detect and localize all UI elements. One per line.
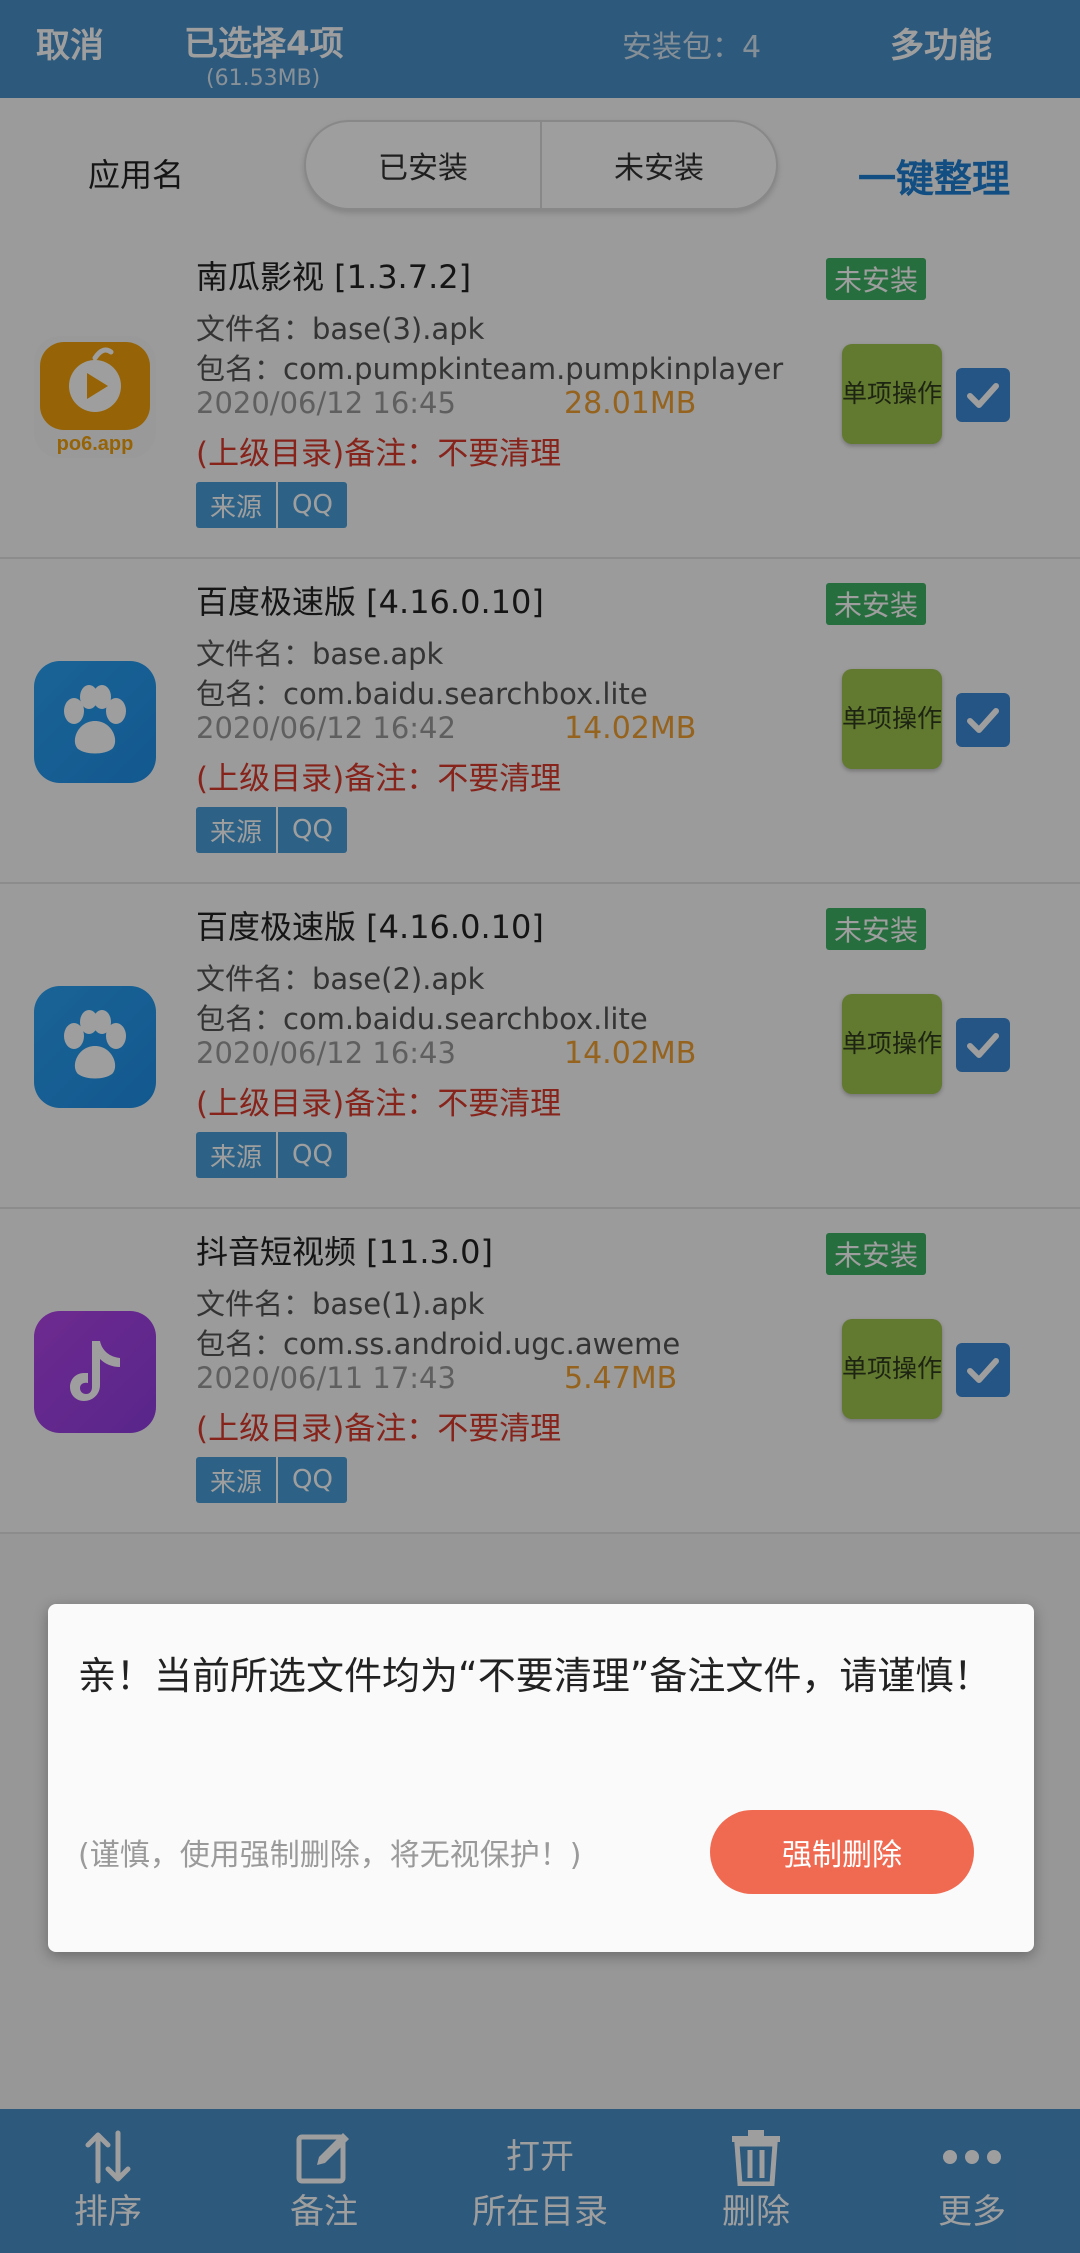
dialog-message: 亲！当前所选文件均为“不要清理”备注文件，请谨慎！ — [78, 1654, 992, 1698]
warning-dialog: 亲！当前所选文件均为“不要清理”备注文件，请谨慎！ (谨慎，使用强制删除，将无视… — [48, 1604, 1034, 1952]
force-delete-button[interactable]: 强制删除 — [710, 1810, 974, 1894]
dialog-hint: (谨慎，使用强制删除，将无视保护！) — [78, 1838, 582, 1873]
